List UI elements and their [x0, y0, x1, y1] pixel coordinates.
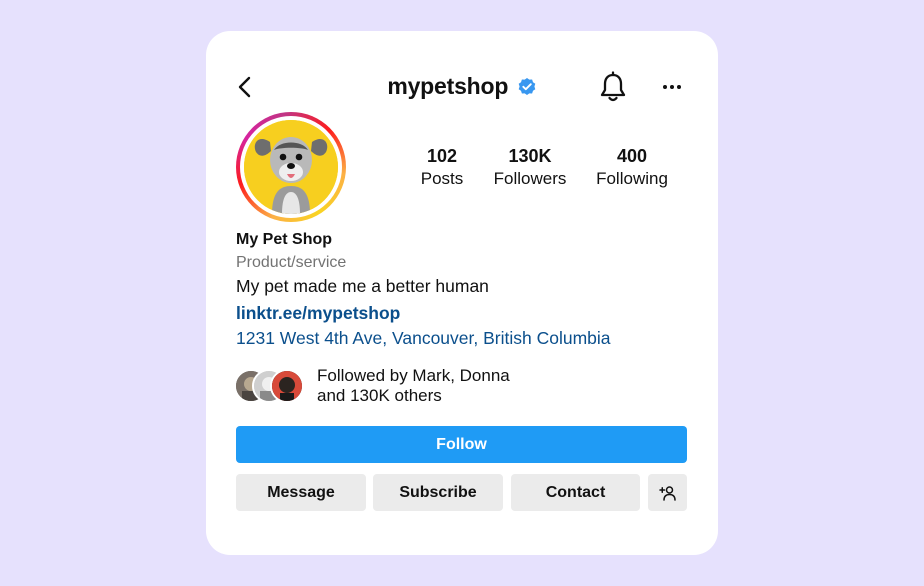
verified-badge-icon — [518, 77, 535, 95]
stat-posts[interactable]: 102 Posts — [406, 145, 478, 191]
subscribe-button[interactable]: Subscribe — [373, 474, 503, 511]
follow-button[interactable]: Follow — [236, 426, 687, 463]
profile-address[interactable]: 1231 West 4th Ave, Vancouver, British Co… — [236, 328, 611, 349]
follower-avatar — [270, 369, 304, 403]
profile-link[interactable]: linktr.ee/mypetshop — [236, 303, 400, 324]
stat-following[interactable]: 400 Following — [590, 145, 674, 191]
following-label: Following — [596, 169, 668, 188]
profile-category: Product/service — [236, 254, 347, 271]
followed-by-line1: Followed by Mark, Donna — [317, 366, 510, 385]
posts-label: Posts — [420, 169, 464, 188]
contact-button[interactable]: Contact — [511, 474, 640, 511]
bell-icon[interactable] — [598, 71, 628, 104]
followers-label: Followers — [493, 169, 567, 188]
posts-count: 102 — [426, 146, 458, 166]
message-button[interactable]: Message — [236, 474, 366, 511]
profile-card: mypetshop 102 Posts 130K Followers 400 F… — [206, 31, 718, 555]
profile-header-title: mypetshop — [206, 73, 718, 100]
profile-name: My Pet Shop — [236, 231, 333, 248]
followers-count: 130K — [508, 146, 552, 166]
followed-by-text[interactable]: Followed by Mark, Donna and 130K others — [317, 366, 510, 406]
add-user-icon — [658, 485, 676, 501]
following-count: 400 — [616, 146, 648, 166]
more-options-icon[interactable] — [662, 83, 682, 91]
profile-avatar[interactable] — [236, 112, 346, 222]
add-user-button[interactable] — [648, 474, 687, 511]
dog-photo — [244, 120, 338, 214]
followed-by-line2: and 130K others — [317, 386, 442, 405]
username: mypetshop — [387, 73, 509, 99]
profile-bio: My pet made me a better human — [236, 276, 489, 296]
stat-followers[interactable]: 130K Followers — [486, 145, 574, 191]
